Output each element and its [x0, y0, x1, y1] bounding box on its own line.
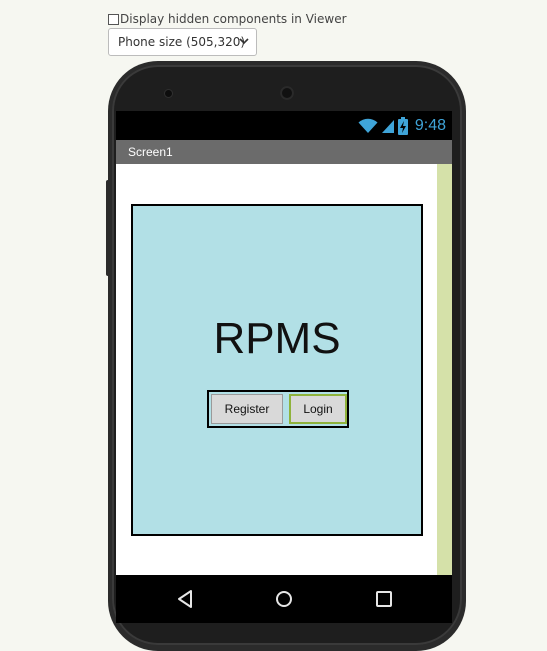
signal-icon — [381, 120, 394, 133]
wifi-icon — [358, 118, 378, 133]
display-hidden-checkbox[interactable] — [108, 13, 119, 25]
register-button[interactable]: Register — [211, 394, 283, 424]
phone-side-button-right — [462, 150, 466, 180]
display-hidden-toggle[interactable]: Display hidden components in Viewer — [108, 10, 347, 28]
phone-side-button-left — [106, 180, 110, 276]
status-time: 9:48 — [414, 117, 446, 134]
speaker-icon — [280, 86, 294, 100]
phone-size-value: Phone size (505,320) — [118, 35, 246, 49]
chevron-down-icon — [239, 38, 249, 45]
display-hidden-label: Display hidden components in Viewer — [120, 12, 347, 26]
screen-title: Screen1 — [128, 145, 173, 159]
scrollbar[interactable] — [437, 164, 452, 575]
recents-square-icon[interactable] — [375, 589, 393, 609]
status-bar: 9:48 — [116, 111, 452, 140]
navigation-bar — [116, 575, 452, 623]
battery-charging-icon — [397, 117, 408, 135]
app-title-label: RPMS — [213, 314, 341, 363]
button-arrangement[interactable]: Register Login — [207, 390, 349, 428]
main-arrangement[interactable]: RPMS Register Login — [131, 204, 423, 536]
login-button[interactable]: Login — [289, 394, 347, 424]
screen-title-bar: Screen1 — [116, 140, 452, 164]
phone-size-select[interactable]: Phone size (505,320) — [108, 28, 257, 56]
home-circle-icon[interactable] — [275, 589, 293, 609]
camera-icon — [165, 90, 172, 97]
back-triangle-icon[interactable] — [176, 589, 194, 609]
